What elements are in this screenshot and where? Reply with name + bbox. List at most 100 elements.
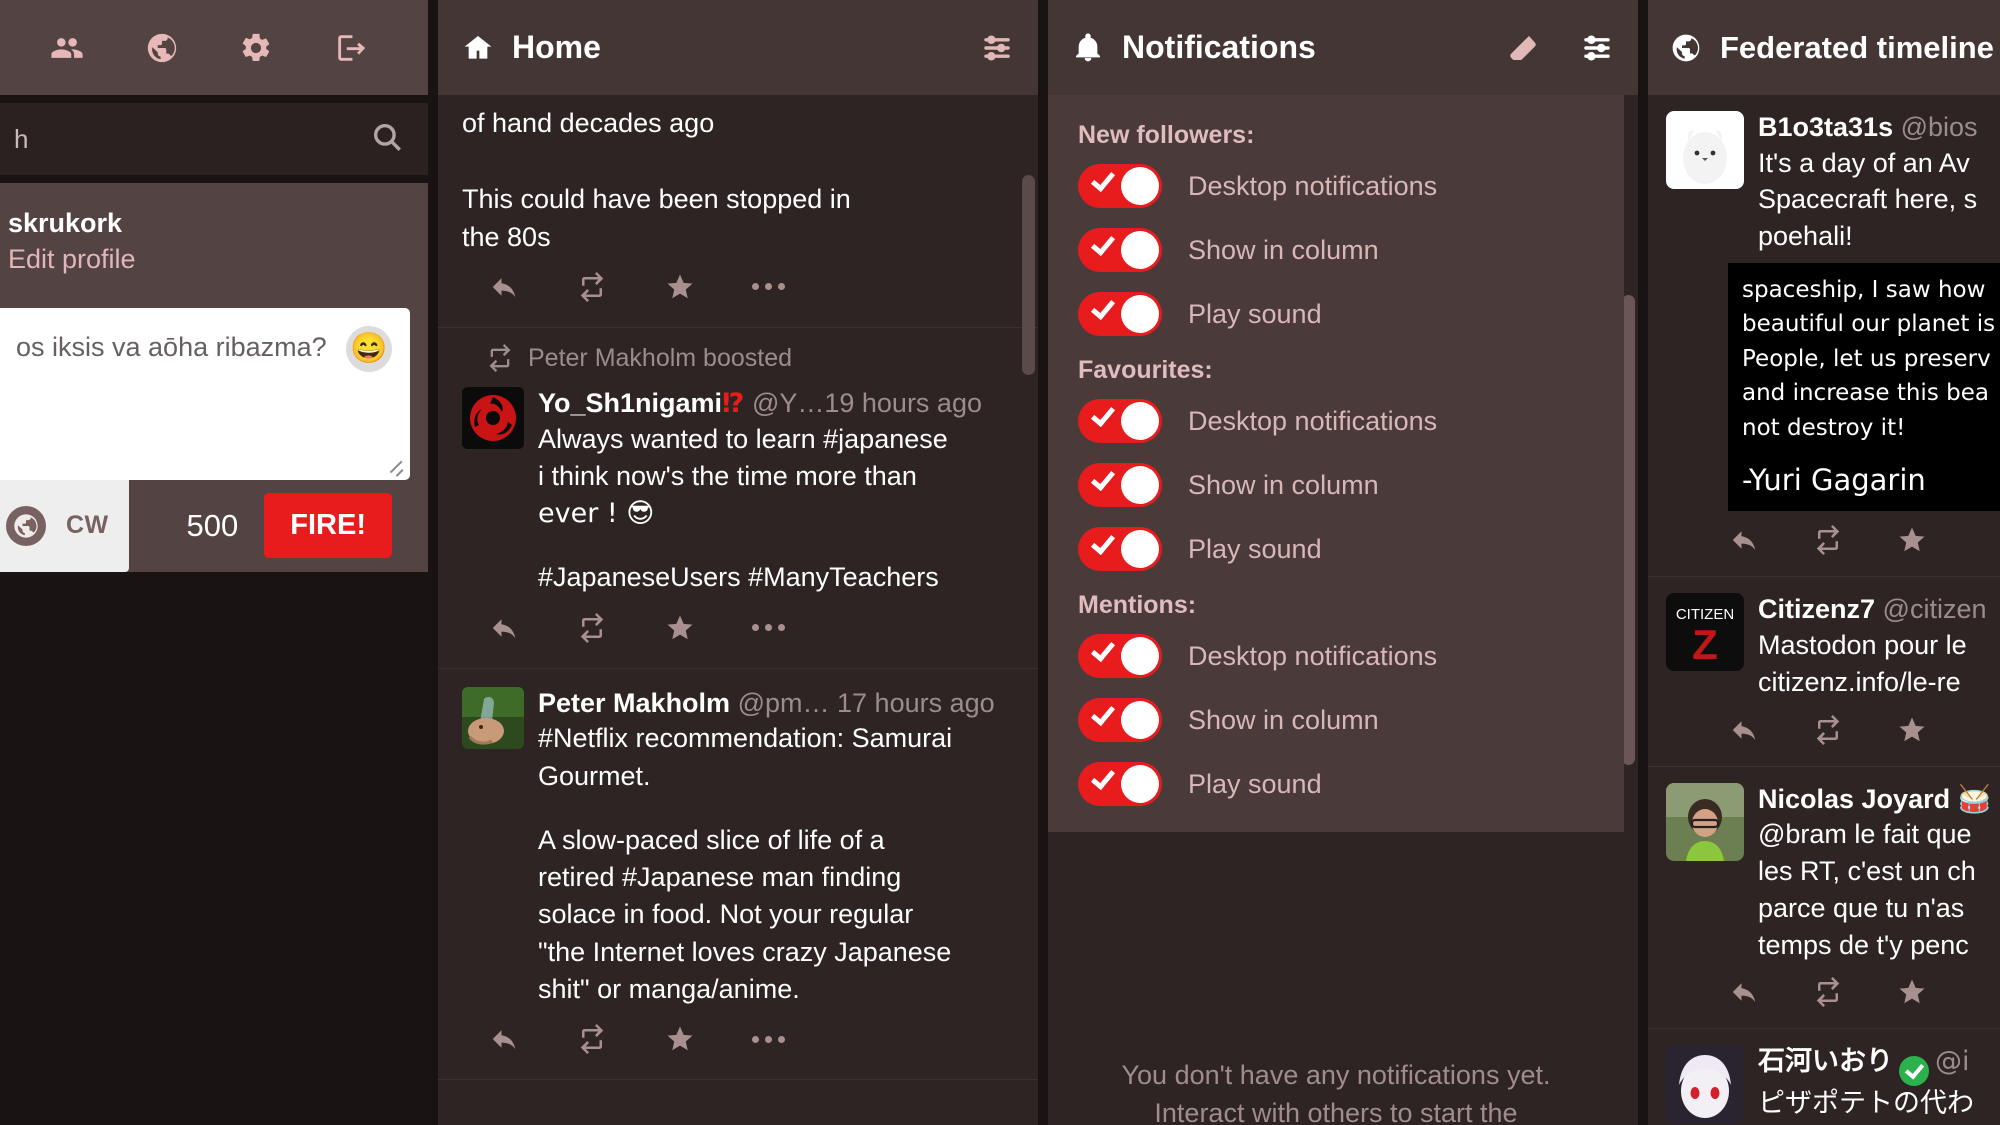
compose-form: os iksis va aōha ribazma? 😄 CW 500 FIRE! bbox=[0, 307, 428, 572]
favourite-icon[interactable] bbox=[1896, 715, 1928, 750]
status-actions bbox=[1666, 963, 2000, 1018]
edit-profile-link[interactable]: Edit profile bbox=[8, 241, 404, 277]
boost-icon[interactable] bbox=[1812, 977, 1844, 1012]
reply-icon[interactable] bbox=[488, 272, 520, 307]
toggle-switch[interactable] bbox=[1078, 399, 1162, 443]
setting-row[interactable]: Show in column bbox=[1078, 698, 1624, 742]
status-item[interactable]: of hand decades ago This could have been… bbox=[438, 95, 1038, 328]
globe-icon[interactable] bbox=[132, 18, 192, 78]
toggle-switch[interactable] bbox=[1078, 527, 1162, 571]
textarea-resize-handle[interactable] bbox=[382, 454, 404, 476]
status-item[interactable]: Nicolas Joyard 🥁 @bram le fait que les R… bbox=[1648, 767, 2000, 1030]
status-item[interactable]: 石河いおり@i ピザポテトの代わ プスでひとつ bbox=[1648, 1029, 2000, 1125]
search-input[interactable] bbox=[14, 123, 370, 155]
submit-toot-button[interactable]: FIRE! bbox=[264, 493, 392, 559]
status-account: @citizen bbox=[1882, 594, 1987, 625]
toggle-switch[interactable] bbox=[1078, 762, 1162, 806]
reply-icon[interactable] bbox=[488, 1024, 520, 1059]
quote-image-card[interactable]: spaceship, I saw how beautiful our plane… bbox=[1728, 262, 2000, 512]
boost-icon[interactable] bbox=[576, 1024, 608, 1059]
search-icon[interactable] bbox=[370, 120, 404, 159]
toggle-switch[interactable] bbox=[1078, 634, 1162, 678]
toggle-switch[interactable] bbox=[1078, 164, 1162, 208]
home-column-scrollbar[interactable] bbox=[1022, 175, 1035, 375]
notifications-body[interactable]: You don't have any notifications yet. In… bbox=[1048, 95, 1638, 1125]
sliders-icon[interactable] bbox=[1580, 31, 1614, 65]
globe-icon bbox=[1670, 32, 1702, 64]
more-icon[interactable] bbox=[752, 272, 785, 307]
setting-row[interactable]: Desktop notifications bbox=[1078, 164, 1624, 208]
avatar[interactable] bbox=[1666, 111, 1744, 189]
reply-icon[interactable] bbox=[1728, 525, 1760, 560]
favourite-icon[interactable] bbox=[664, 613, 696, 648]
toggle-switch[interactable] bbox=[1078, 463, 1162, 507]
more-icon[interactable] bbox=[752, 613, 785, 648]
status-author[interactable]: Nicolas Joyard 🥁 bbox=[1758, 783, 2000, 817]
more-icon[interactable] bbox=[752, 1024, 785, 1059]
settings-group-new-followers: New followers: Desktop notifications Sho… bbox=[1078, 121, 1624, 336]
setting-row[interactable]: Play sound bbox=[1078, 527, 1624, 571]
status-account: @i bbox=[1935, 1046, 1970, 1078]
status-item[interactable]: Peter Makholm @pm… 17 hours ago #Netflix… bbox=[438, 669, 1038, 1080]
notifications-column-header: Notifications bbox=[1048, 0, 1638, 95]
avatar[interactable]: CITIZEN Z bbox=[1666, 593, 1744, 672]
setting-row[interactable]: Play sound bbox=[1078, 762, 1624, 806]
boost-icon[interactable] bbox=[1812, 525, 1844, 560]
notifications-column: Notifications You don't have any notific… bbox=[1048, 0, 1638, 1125]
globe-icon[interactable] bbox=[6, 505, 46, 546]
toggle-switch[interactable] bbox=[1078, 292, 1162, 336]
favourite-icon[interactable] bbox=[1896, 977, 1928, 1012]
content-warning-toggle[interactable]: CW bbox=[66, 511, 109, 540]
quote-signature: -Yuri Gagarin bbox=[1742, 463, 1926, 498]
compose-textarea[interactable]: os iksis va aōha ribazma? 😄 bbox=[0, 307, 410, 480]
boost-icon[interactable] bbox=[576, 612, 608, 648]
status-author[interactable]: Yo_Sh1nigami⁉ @Y…19 hours ago bbox=[538, 387, 1014, 421]
status-item[interactable]: Peter Makholm boosted Yo_Sh1nigami⁉ @Y…1… bbox=[438, 328, 1038, 669]
setting-row[interactable]: Show in column bbox=[1078, 463, 1624, 507]
status-content: Mastodon pour le citizenz.info/le-re bbox=[1758, 630, 1967, 697]
status-author[interactable]: B1o3ta31s @bios bbox=[1758, 111, 2000, 145]
profile-card[interactable]: skrukork Edit profile bbox=[0, 183, 428, 308]
avatar[interactable] bbox=[462, 686, 524, 749]
home-timeline[interactable]: of hand decades ago This could have been… bbox=[438, 95, 1038, 1125]
reply-icon[interactable] bbox=[488, 613, 520, 648]
toggle-switch[interactable] bbox=[1078, 698, 1162, 742]
setting-label: Show in column bbox=[1188, 704, 1379, 735]
setting-row[interactable]: Desktop notifications bbox=[1078, 399, 1624, 443]
grinning-face-icon[interactable]: 😄 bbox=[346, 325, 392, 372]
favourite-icon[interactable] bbox=[664, 272, 696, 307]
status-actions bbox=[1666, 511, 2000, 566]
boost-icon[interactable] bbox=[576, 271, 608, 307]
status-content: #Netflix recommendation: Samurai Gourmet… bbox=[538, 723, 953, 1004]
setting-row[interactable]: Show in column bbox=[1078, 228, 1624, 272]
avatar[interactable] bbox=[1666, 1045, 1744, 1124]
notification-settings-panel[interactable]: New followers: Desktop notifications Sho… bbox=[1048, 95, 1624, 832]
logout-icon[interactable] bbox=[321, 18, 381, 78]
status-author[interactable]: Peter Makholm @pm… 17 hours ago bbox=[538, 687, 1014, 721]
drawer-navigation bbox=[0, 0, 428, 95]
status-content: Always wanted to learn #japanese i think… bbox=[538, 423, 948, 593]
sliders-icon[interactable] bbox=[980, 31, 1014, 65]
compose-options: CW bbox=[0, 479, 129, 572]
community-timeline-icon[interactable] bbox=[37, 18, 97, 78]
favourite-icon[interactable] bbox=[664, 1024, 696, 1059]
search-bar[interactable] bbox=[0, 103, 428, 175]
boost-icon[interactable] bbox=[1812, 714, 1844, 750]
reply-icon[interactable] bbox=[1728, 977, 1760, 1012]
reply-icon[interactable] bbox=[1728, 715, 1760, 750]
toggle-switch[interactable] bbox=[1078, 228, 1162, 272]
status-author[interactable]: 石河いおり @i bbox=[1758, 1045, 2000, 1087]
status-actions bbox=[1666, 701, 2000, 756]
federated-timeline[interactable]: B1o3ta31s @bios It's a day of an Av Spac… bbox=[1648, 95, 2000, 1125]
settings-group-mentions: Mentions: Desktop notifications Show in … bbox=[1078, 591, 1624, 806]
gear-icon[interactable] bbox=[226, 18, 286, 78]
setting-row[interactable]: Desktop notifications bbox=[1078, 634, 1624, 678]
avatar[interactable] bbox=[462, 386, 524, 449]
setting-row[interactable]: Play sound bbox=[1078, 292, 1624, 336]
favourite-icon[interactable] bbox=[1896, 525, 1928, 560]
eraser-icon[interactable] bbox=[1506, 31, 1540, 65]
avatar[interactable] bbox=[1666, 782, 1744, 861]
status-author[interactable]: Citizenz7 @citizen bbox=[1758, 593, 2000, 627]
status-item[interactable]: CITIZEN Z Citizenz7 @citizen Mastodon pou… bbox=[1648, 577, 2000, 767]
status-item[interactable]: B1o3ta31s @bios It's a day of an Av Spac… bbox=[1648, 95, 2000, 578]
